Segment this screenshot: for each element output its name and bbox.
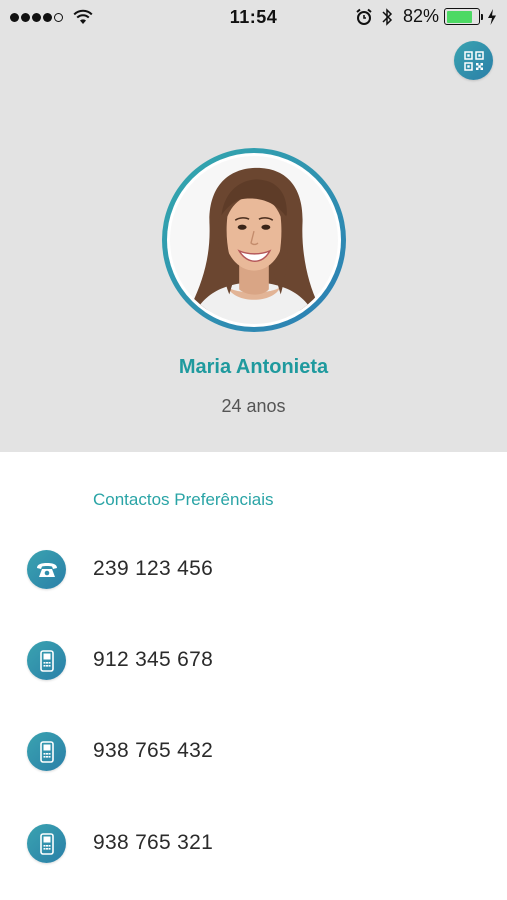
contact-row-mobile[interactable]: 938 765 432 <box>0 721 507 781</box>
contact-number[interactable]: 938 765 321 <box>93 831 213 855</box>
status-indicators: 82% <box>355 6 497 27</box>
avatar-frame <box>167 153 341 327</box>
battery-fill <box>446 10 472 23</box>
battery-icon <box>444 8 480 25</box>
contact-number[interactable]: 912 345 678 <box>93 648 213 672</box>
alarm-clock-icon <box>356 8 372 25</box>
avatar-ring <box>162 148 346 332</box>
contact-number[interactable]: 239 123 456 <box>93 557 213 581</box>
status-bar: 11:54 82% <box>0 0 507 34</box>
contact-number[interactable]: 938 765 432 <box>93 739 213 763</box>
landline-phone-icon <box>27 550 66 589</box>
bluetooth-icon <box>382 7 393 26</box>
qr-code-icon <box>463 50 484 71</box>
avatar <box>170 156 338 324</box>
charging-bolt-icon <box>488 8 496 25</box>
profile-name: Maria Antonieta <box>178 356 329 378</box>
battery-percent: 82% <box>402 6 439 26</box>
contacts-section-title: Contactos Preferênciais <box>93 490 274 509</box>
contact-row-mobile[interactable]: 938 765 321 <box>0 813 507 873</box>
mobile-phone-icon <box>27 732 66 771</box>
contact-row-mobile[interactable]: 912 345 678 <box>0 630 507 690</box>
mobile-phone-icon <box>27 641 66 680</box>
contact-row-landline[interactable]: 239 123 456 <box>0 539 507 599</box>
battery-cap <box>481 13 483 20</box>
mobile-phone-icon <box>27 824 66 863</box>
qr-code-button[interactable] <box>454 41 493 80</box>
profile-age: 24 anos <box>221 396 286 416</box>
profile-header: Maria Antonieta 24 anos <box>0 34 507 452</box>
